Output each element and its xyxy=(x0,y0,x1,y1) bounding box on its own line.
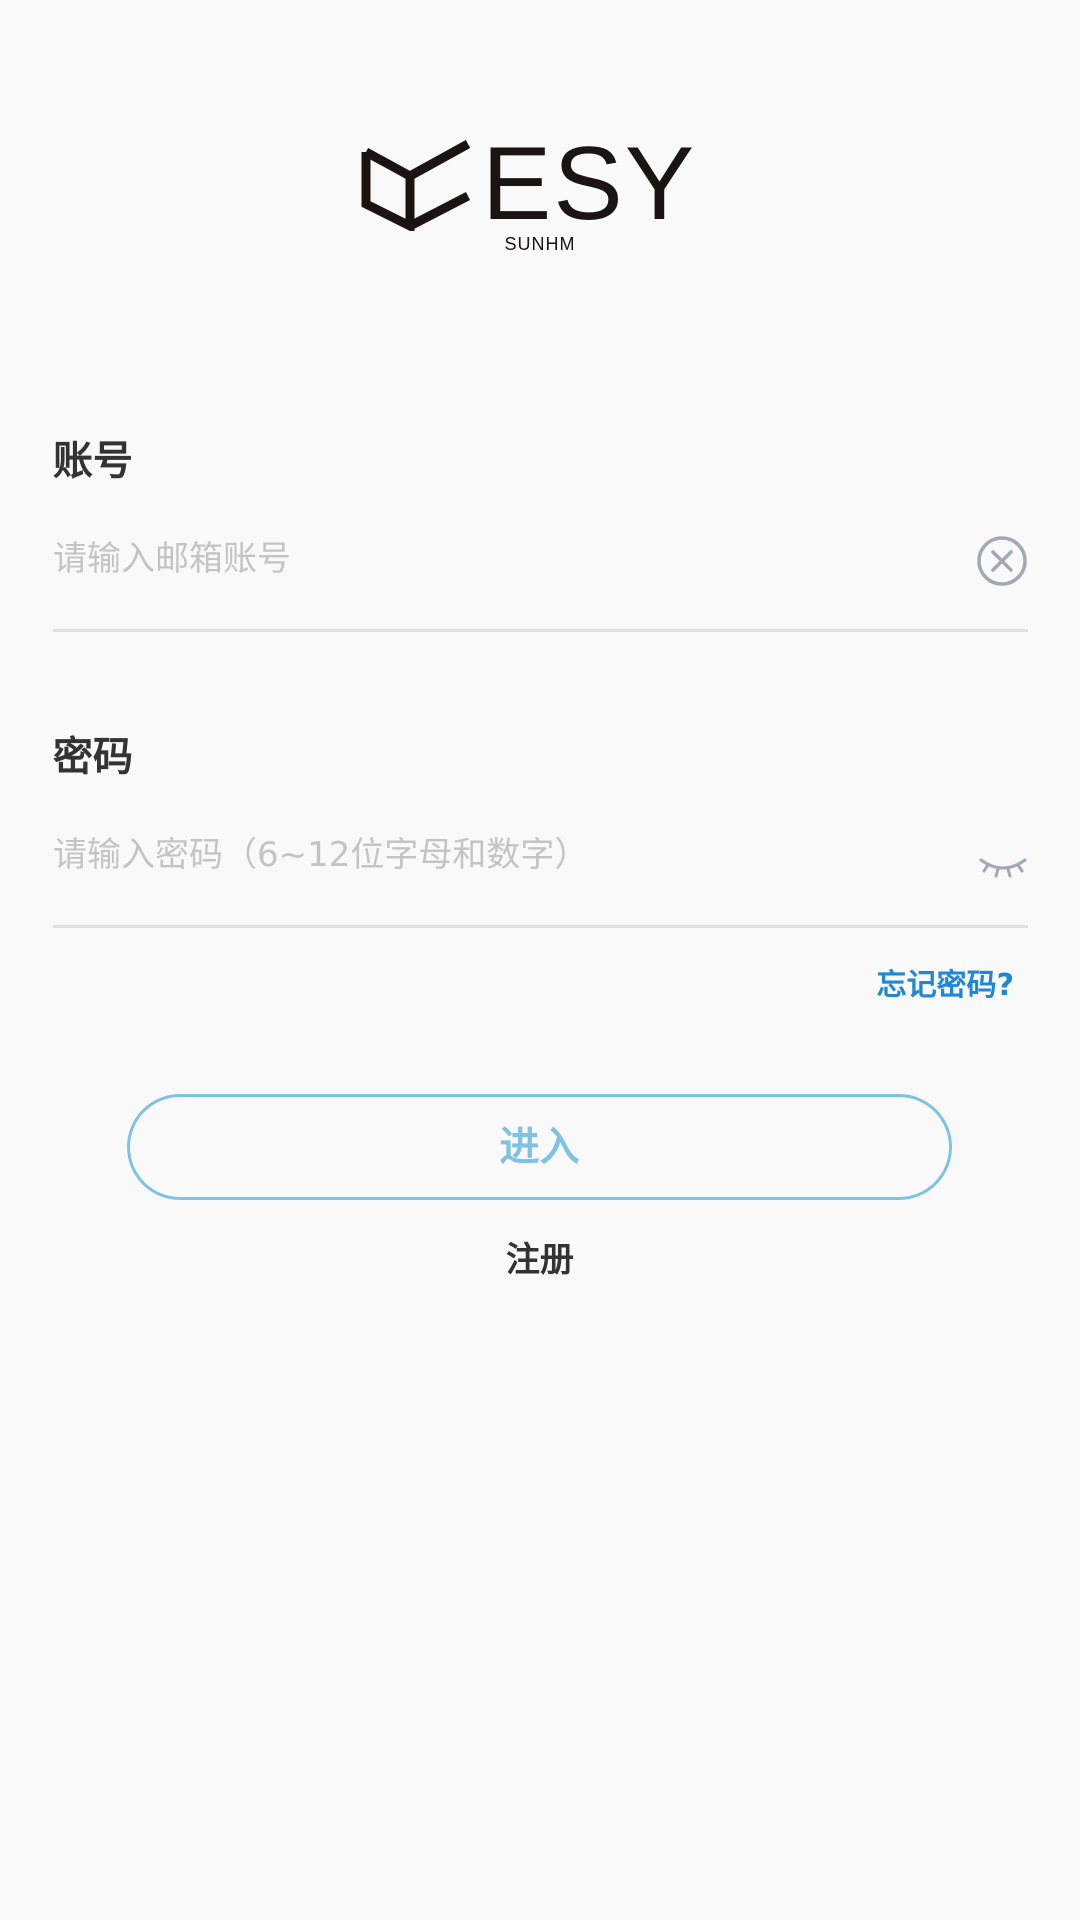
password-divider xyxy=(53,925,1028,928)
account-label: 账号 xyxy=(53,438,133,484)
enter-button[interactable]: 进入 xyxy=(127,1094,952,1200)
password-label: 密码 xyxy=(53,734,133,780)
eye-closed-icon[interactable] xyxy=(978,852,1028,882)
logo-subtitle: SUNHM xyxy=(504,234,576,254)
forgot-password-link[interactable]: 忘记密码? xyxy=(877,960,1014,1004)
logo-text: ESY xyxy=(482,126,697,242)
account-input[interactable] xyxy=(53,524,953,594)
password-input[interactable] xyxy=(53,820,953,890)
clear-circle-icon[interactable] xyxy=(975,534,1029,588)
account-divider xyxy=(53,629,1028,632)
register-link[interactable]: 注册 xyxy=(0,1232,1080,1281)
logo-box-icon xyxy=(361,140,471,231)
app-logo: ESY SUNHM xyxy=(360,130,720,255)
